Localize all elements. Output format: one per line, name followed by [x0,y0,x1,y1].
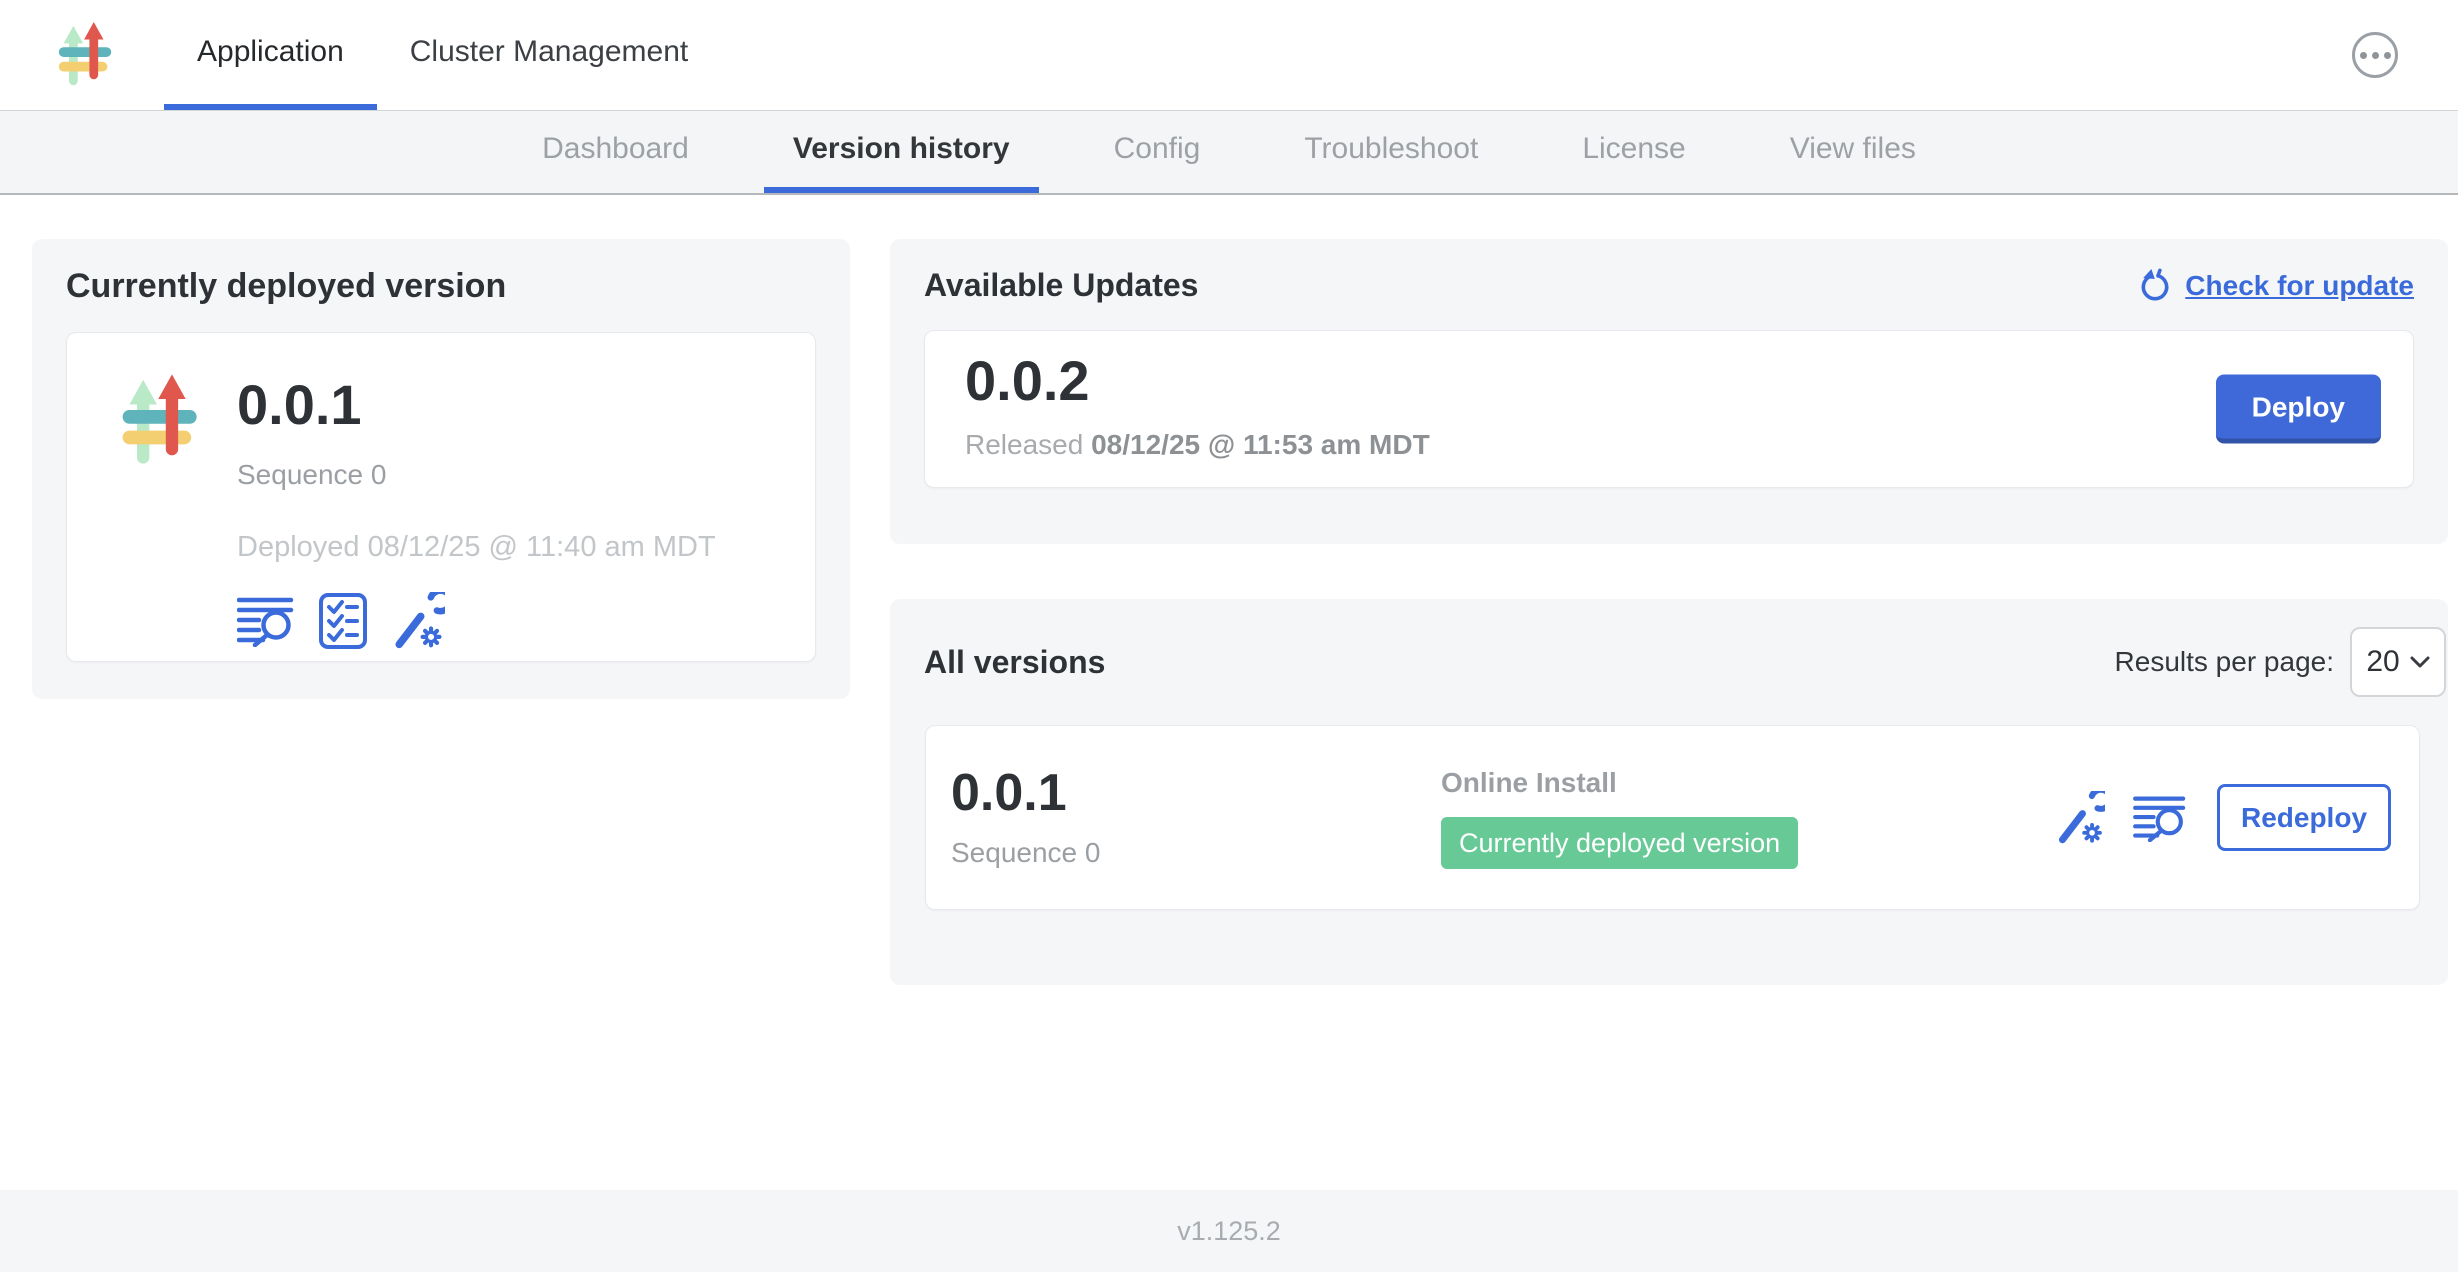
tab-view-files[interactable]: View files [1761,111,1945,193]
console-version: v1.125.2 [1177,1216,1281,1247]
tab-application[interactable]: Application [164,0,377,110]
version-row: 0.0.1 Sequence 0 Online Install Currentl… [925,725,2420,910]
results-per-page: Results per page: 20 [2115,627,2446,697]
ellipsis-dot [2372,52,2379,59]
deployed-card-title: Currently deployed version [66,267,816,306]
tab-dashboard[interactable]: Dashboard [513,111,718,193]
app-logo [56,21,116,89]
deployed-version-number: 0.0.1 [237,377,716,433]
config-wrench-icon[interactable] [389,592,445,650]
refresh-icon [2137,268,2173,304]
update-released: Released 08/12/25 @ 11:53 am MDT [965,429,2373,461]
row-version-number: 0.0.1 [951,767,1441,819]
deployed-actions [237,592,716,650]
updates-card-title: Available Updates [924,267,1198,304]
config-wrench-icon[interactable] [2053,791,2105,845]
header-tabs: Application Cluster Management [164,0,721,110]
version-row-actions: Redeploy [2053,784,2391,851]
deploy-button[interactable]: Deploy [2216,375,2381,444]
all-versions-card: All versions Results per page: 20 0.0.1 … [890,599,2448,985]
currently-deployed-card: Currently deployed version 0.0.1 Sequenc… [32,239,850,699]
app-subnav: Dashboard Version history Config Trouble… [0,111,2458,195]
all-versions-title: All versions [924,644,1105,681]
app-header: Application Cluster Management [0,0,2458,111]
tab-cluster-management[interactable]: Cluster Management [377,0,721,110]
app-footer: v1.125.2 [0,1190,2458,1272]
tab-license[interactable]: License [1553,111,1714,193]
available-updates-card: Available Updates Check for update 0.0.2… [890,239,2448,544]
app-logo [119,373,203,469]
update-version-number: 0.0.2 [965,353,2373,409]
ellipsis-dot [2360,52,2367,59]
tab-version-history[interactable]: Version history [764,111,1039,193]
results-per-page-label: Results per page: [2115,646,2334,678]
redeploy-button[interactable]: Redeploy [2217,784,2391,851]
version-row-status: Online Install Currently deployed versio… [1441,767,2053,869]
chevron-down-icon [2410,656,2430,668]
version-row-info: 0.0.1 Sequence 0 [951,767,1441,869]
install-type-label: Online Install [1441,767,2053,799]
row-sequence: Sequence 0 [951,837,1441,869]
preflight-checks-icon[interactable] [319,593,367,649]
check-for-update-link[interactable]: Check for update [2137,268,2414,304]
view-logs-icon[interactable] [237,595,297,647]
update-row: 0.0.2 Released 08/12/25 @ 11:53 am MDT D… [924,330,2414,488]
app-logo-icon [56,21,116,89]
currently-deployed-badge: Currently deployed version [1441,817,1798,869]
tab-troubleshoot[interactable]: Troubleshoot [1275,111,1507,193]
deployed-version-panel: 0.0.1 Sequence 0 Deployed 08/12/25 @ 11:… [66,332,816,662]
ellipsis-dot [2384,52,2391,59]
ellipsis-menu-button[interactable] [2352,32,2398,78]
app-logo-icon [119,373,203,469]
deployed-timestamp: Deployed 08/12/25 @ 11:40 am MDT [237,531,716,564]
deployed-version-info: 0.0.1 Sequence 0 Deployed 08/12/25 @ 11:… [237,355,716,639]
view-logs-icon[interactable] [2133,794,2189,842]
deployed-sequence: Sequence 0 [237,459,716,491]
tab-config[interactable]: Config [1085,111,1230,193]
results-per-page-select[interactable]: 20 [2350,627,2446,697]
version-history-page: Currently deployed version 0.0.1 Sequenc… [0,195,2458,1190]
